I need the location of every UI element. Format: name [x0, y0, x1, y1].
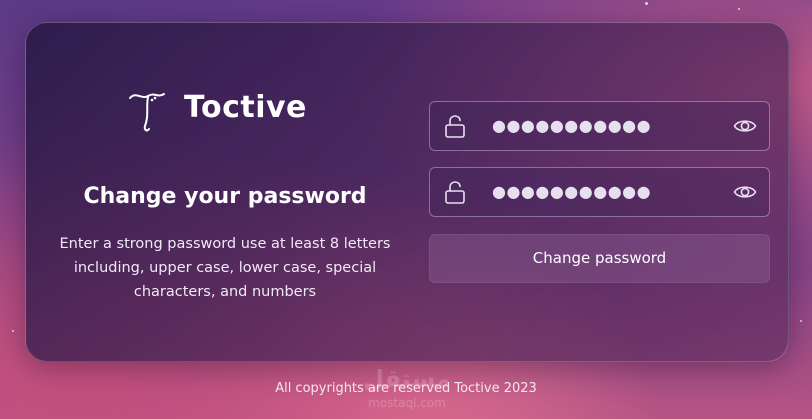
star-decoration	[12, 330, 14, 332]
star-decoration	[800, 320, 802, 322]
toctive-logo-icon	[129, 93, 165, 132]
brand-logo: Toctive	[128, 88, 306, 134]
watermark-url: mostaql.com	[368, 396, 446, 410]
new-password-field[interactable]: ●●●●●●●●●●●	[429, 101, 770, 151]
footer-copyright: All copyrights are reserved Toctive 2023	[275, 381, 537, 396]
eye-icon[interactable]	[733, 182, 757, 202]
eye-icon[interactable]	[733, 116, 757, 136]
password-masked-value: ●●●●●●●●●●●	[492, 182, 652, 201]
star-decoration	[645, 2, 648, 5]
password-requirements: Enter a strong password use at least 8 l…	[59, 236, 391, 300]
lock-open-icon	[445, 181, 465, 204]
star-decoration	[738, 8, 740, 10]
brand-name: Toctive	[184, 90, 307, 125]
confirm-password-field[interactable]: ●●●●●●●●●●●	[429, 167, 770, 217]
password-masked-value: ●●●●●●●●●●●	[492, 116, 652, 135]
page-title: Change your password	[83, 184, 367, 209]
lock-open-icon	[445, 115, 465, 138]
change-password-button[interactable]: Change password	[429, 234, 770, 283]
